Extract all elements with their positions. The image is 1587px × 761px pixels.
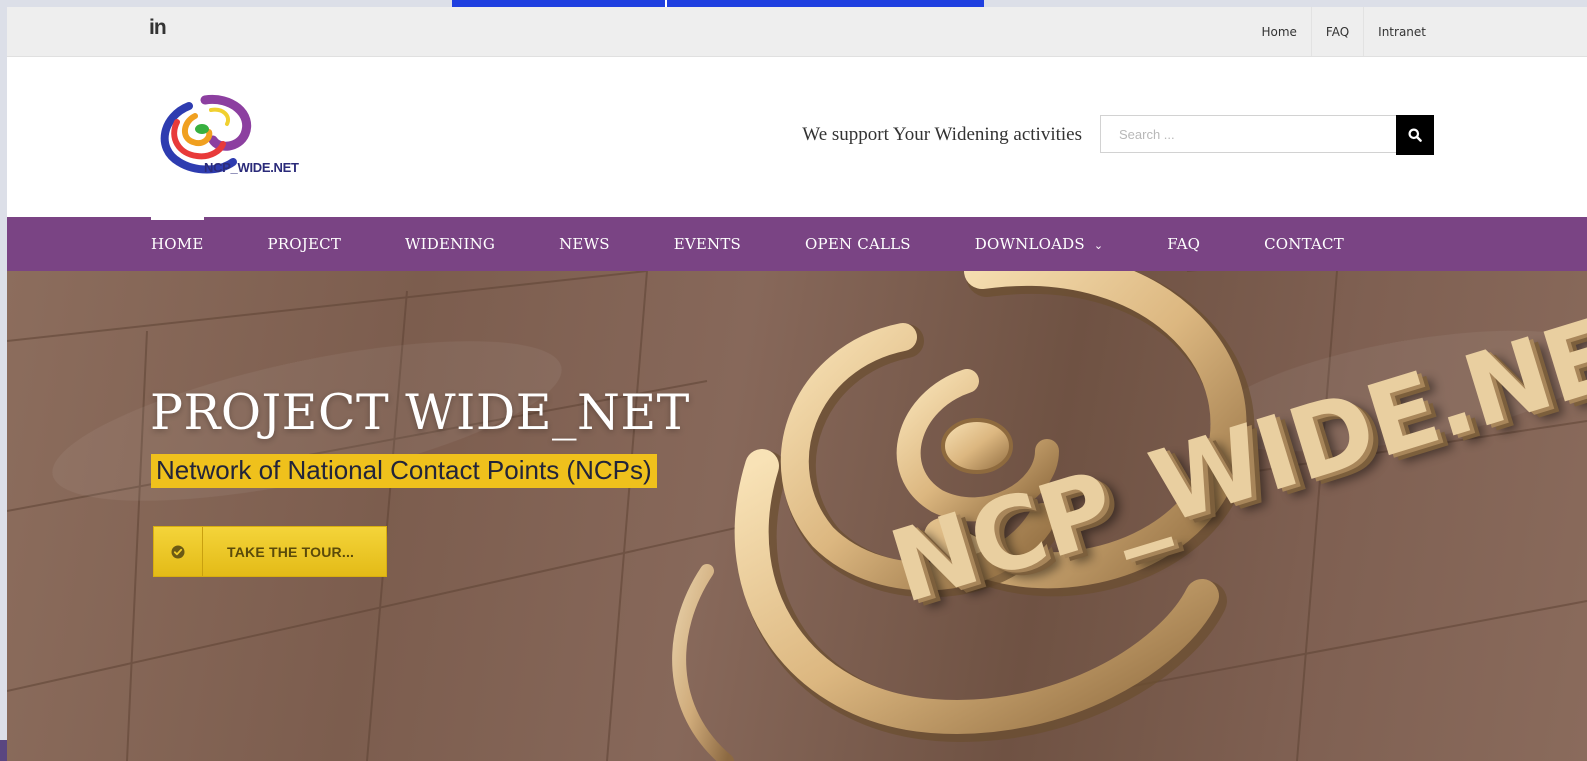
utility-nav: Home FAQ Intranet bbox=[1247, 7, 1440, 56]
hero-background-image bbox=[7, 271, 1587, 761]
take-the-tour-label: TAKE THE TOUR... bbox=[227, 543, 355, 560]
search-input[interactable] bbox=[1100, 115, 1396, 153]
hero-title: PROJECT WIDE_NET bbox=[150, 384, 690, 441]
check-circle-icon bbox=[154, 527, 203, 576]
chevron-down-icon: ⌄ bbox=[1093, 238, 1104, 252]
logo-text: NCP_WIDE.NET bbox=[204, 160, 299, 175]
nav-item-news[interactable]: NEWS bbox=[527, 217, 642, 271]
header-tagline: We support Your Widening activities bbox=[802, 124, 1082, 145]
utility-link-home[interactable]: Home bbox=[1247, 7, 1310, 56]
nav-item-open-calls[interactable]: OPEN CALLS bbox=[773, 217, 943, 271]
hero-slider: PROJECT WIDE_NET Network of National Con… bbox=[7, 271, 1587, 761]
nav-item-widening[interactable]: WIDENING bbox=[373, 217, 527, 271]
page-frame: in Home FAQ Intranet NCP_WIDE.NET We sup… bbox=[7, 7, 1587, 761]
utility-bar: in Home FAQ Intranet bbox=[7, 7, 1587, 57]
hero-subtitle: Network of National Contact Points (NCPs… bbox=[151, 454, 657, 488]
nav-item-faq[interactable]: FAQ bbox=[1135, 217, 1232, 271]
site-logo[interactable]: NCP_WIDE.NET bbox=[149, 92, 309, 182]
main-nav: HOME PROJECT WIDENING NEWS EVENTS OPEN C… bbox=[7, 217, 1587, 271]
utility-link-faq[interactable]: FAQ bbox=[1310, 7, 1363, 56]
nav-item-events[interactable]: EVENTS bbox=[642, 217, 773, 271]
nav-item-downloads[interactable]: DOWNLOADS ⌄ bbox=[943, 217, 1135, 271]
nav-item-contact[interactable]: CONTACT bbox=[1232, 217, 1376, 271]
nav-item-downloads-label: DOWNLOADS bbox=[974, 235, 1085, 253]
utility-link-intranet[interactable]: Intranet bbox=[1363, 7, 1440, 56]
nav-item-home[interactable]: HOME bbox=[119, 217, 236, 271]
search-button[interactable] bbox=[1396, 115, 1434, 155]
nav-item-project[interactable]: PROJECT bbox=[236, 217, 374, 271]
linkedin-icon[interactable]: in bbox=[149, 16, 167, 40]
search-form bbox=[1100, 115, 1434, 155]
search-icon bbox=[1408, 128, 1422, 142]
site-header: NCP_WIDE.NET We support Your Widening ac… bbox=[7, 57, 1587, 217]
top-scroll-indicator bbox=[452, 0, 984, 7]
take-the-tour-button[interactable]: TAKE THE TOUR... bbox=[153, 526, 387, 577]
